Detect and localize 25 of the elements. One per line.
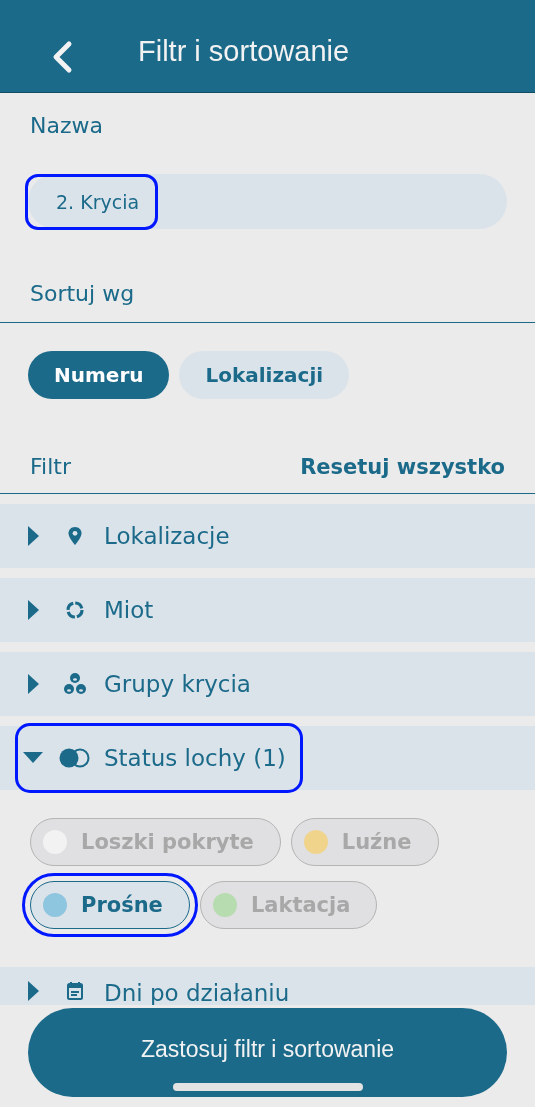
sort-label: Sortuj wg	[30, 281, 135, 306]
toggle-circles-icon	[58, 747, 92, 769]
sort-chip[interactable]: Lokalizacji	[179, 351, 350, 399]
caret-right-icon	[27, 981, 39, 1001]
caret-right-icon	[27, 674, 39, 694]
filter-section-title: Grupy krycia	[104, 671, 251, 697]
reset-all-link[interactable]: Resetuj wszystko	[300, 454, 505, 479]
caret-right-icon	[27, 526, 39, 546]
sort-chip[interactable]: Numeru	[28, 351, 170, 399]
location-pin-icon	[67, 526, 83, 546]
filter-section-title: Status lochy (1)	[104, 745, 286, 771]
filter-section-title: Lokalizacje	[104, 523, 230, 549]
dashed-ring-icon	[65, 600, 85, 620]
filter-section-title: Miot	[104, 597, 154, 623]
name-label: Nazwa	[30, 113, 103, 138]
caret-right-icon	[27, 600, 39, 620]
filter-section-title: Dni po działaniu	[104, 981, 290, 1005]
screen-title: Filtr i sortowanie	[138, 34, 350, 68]
calendar-icon	[66, 981, 84, 1001]
pigs-icon	[62, 671, 88, 697]
filter-label: Filtr	[30, 454, 71, 479]
name-field[interactable]: 2. Krycia	[28, 174, 507, 229]
name-value: 2. Krycia	[28, 176, 156, 227]
caret-down-icon	[23, 752, 43, 764]
apply-button[interactable]: Zastosuj filtr i sortowanie	[28, 1008, 507, 1097]
